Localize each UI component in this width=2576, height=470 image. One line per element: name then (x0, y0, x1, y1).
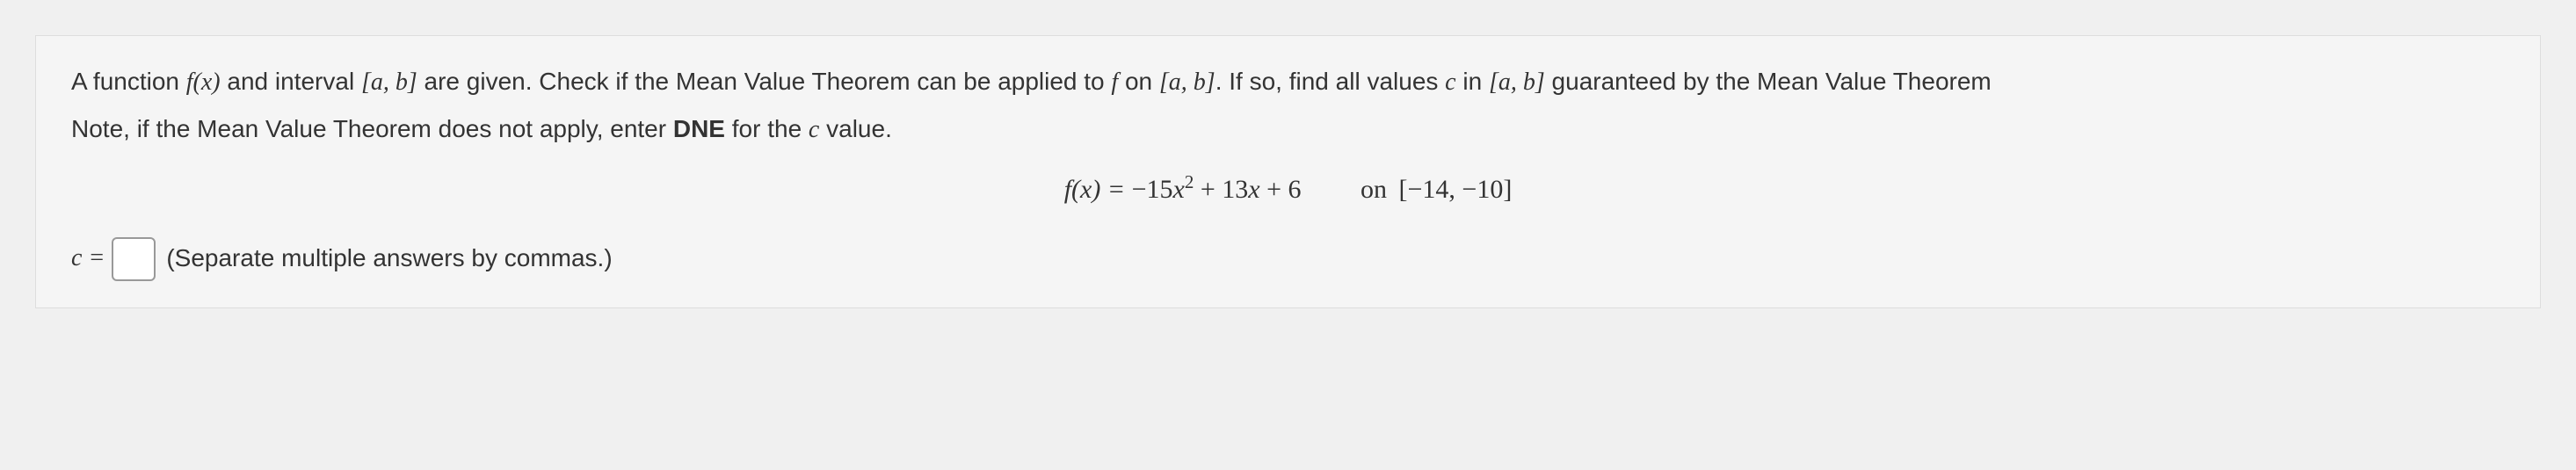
math-interval: [a, b] (361, 69, 417, 96)
text-segment: . If so, find all values (1215, 68, 1445, 95)
eq-lhs: f(x) = (1064, 175, 1132, 204)
dne-label: DNE (673, 115, 725, 142)
equation-display: f(x) = −15x2 + 13x + 6 on [−14, −10] (71, 168, 2505, 211)
problem-container: A function f(x) and interval [a, b] are … (35, 35, 2541, 308)
text-segment: guaranteed by the Mean Value Theorem (1545, 68, 1992, 95)
interval-value: [−14, −10] (1398, 175, 1512, 204)
text-segment: for the (725, 115, 809, 142)
answer-c-label: c = (71, 239, 105, 278)
math-interval: [a, b] (1489, 69, 1545, 96)
math-interval: [a, b] (1159, 69, 1215, 96)
problem-note: Note, if the Mean Value Theorem does not… (71, 110, 2505, 150)
text-segment: in (1456, 68, 1489, 95)
equation-interval: on [−14, −10] (1361, 169, 1512, 211)
text-segment: are given. Check if the Mean Value Theor… (417, 68, 1112, 95)
math-c: c (1445, 69, 1455, 96)
math-fx: f(x) (186, 69, 221, 96)
text-segment: A function (71, 68, 186, 95)
eq-end: + 6 (1260, 175, 1302, 204)
eq-sign: = (82, 244, 105, 271)
text-segment: and interval (221, 68, 361, 95)
c-var: c (71, 244, 82, 271)
eq-var: x (1172, 175, 1184, 204)
answer-row: c = (Separate multiple answers by commas… (71, 237, 2505, 281)
text-segment: on (1118, 68, 1159, 95)
eq-exponent: 2 (1185, 171, 1194, 192)
on-label: on (1361, 175, 1394, 204)
answer-hint: (Separate multiple answers by commas.) (166, 239, 612, 278)
eq-mid: + 13 (1194, 175, 1248, 204)
problem-statement: A function f(x) and interval [a, b] are … (71, 62, 2505, 103)
eq-var: x (1248, 175, 1259, 204)
equation-function: f(x) = −15x2 + 13x + 6 (1064, 168, 1302, 211)
answer-input[interactable] (112, 237, 156, 281)
math-c: c (809, 116, 819, 143)
eq-coef: −15 (1132, 175, 1173, 204)
text-segment: Note, if the Mean Value Theorem does not… (71, 115, 673, 142)
text-segment: value. (819, 115, 892, 142)
